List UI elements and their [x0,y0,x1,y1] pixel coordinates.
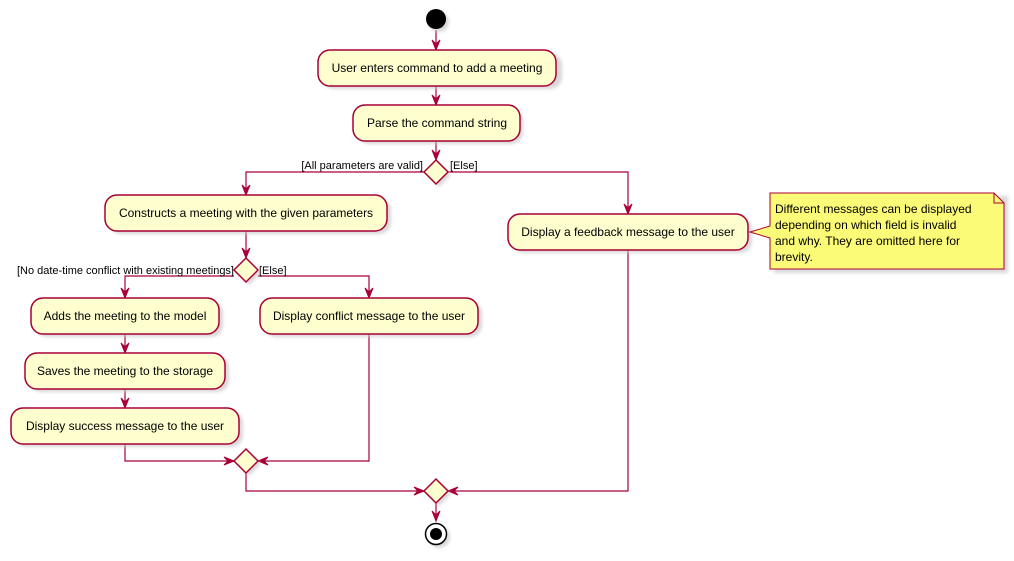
activity-construct: Constructs a meeting with the given para… [104,194,391,234]
activity-add-model: Adds the meeting to the model [30,297,223,337]
activity-label: Saves the meeting to the storage [37,364,213,378]
decision-conflict [232,256,261,285]
activity-enter-command: User enters command to add a meeting [317,49,562,89]
activity-parse: Parse the command string [352,104,523,144]
flow-valid-branch [245,171,424,195]
flow-conflict-branch [258,275,370,298]
activity-label: Display conflict message to the user [273,309,465,323]
activity-label: Display success message to the user [26,419,224,433]
note-line: depending on which field is invalid [775,218,956,232]
flow-no-conflict-branch [124,275,234,298]
activity-save-storage: Saves the meeting to the storage [24,352,229,392]
note: Different messages can be displayed depe… [748,192,1008,273]
flow-merge-to-final-merge [245,473,424,492]
merge-inner [232,447,261,476]
activity-success: Display success message to the user [10,407,243,447]
start-node [426,9,449,32]
activity-label: Constructs a meeting with the given para… [119,206,373,220]
activity-label: Adds the meeting to the model [44,309,207,323]
end-node [424,522,450,548]
flow-conflict-to-merge [258,334,370,462]
guard-else: [Else] [450,160,478,172]
flow-else-branch [448,171,629,214]
activity-feedback: Display a feedback message to the user [507,213,752,253]
note-line: Different messages can be displayed [775,202,972,216]
flow-feedback-to-final-merge [448,250,629,492]
note-line: and why. They are omitted here for [775,234,960,248]
activity-conflict: Display conflict message to the user [259,297,482,337]
guard-no-conflict: [No date-time conflict with existing mee… [17,265,234,277]
activity-diagram: User enters command to add a meeting Par… [10,9,1008,548]
decision-params-valid [422,158,451,187]
note-line: brevity. [775,250,813,264]
guard-else-conflict: [Else] [259,265,287,277]
guard-valid: [All parameters are valid] [301,160,423,172]
merge-outer [422,477,451,506]
activity-label: Display a feedback message to the user [521,225,734,239]
activity-label: User enters command to add a meeting [332,61,543,75]
activity-label: Parse the command string [367,116,507,130]
